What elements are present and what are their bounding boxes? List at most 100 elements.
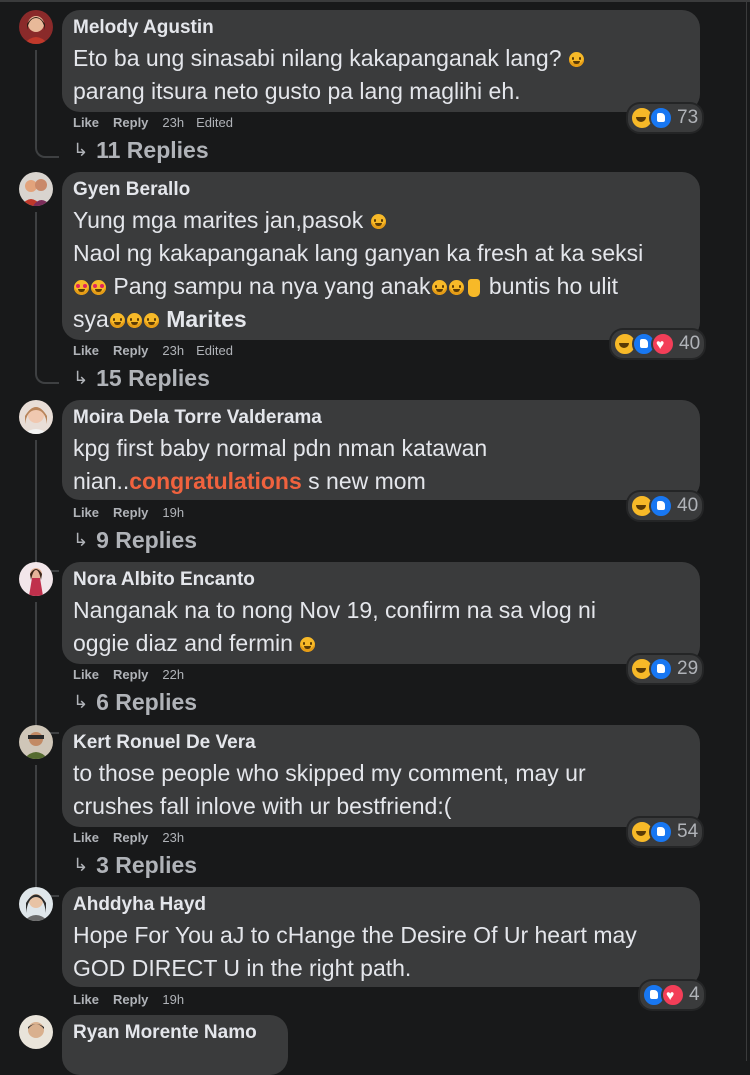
like-reaction-icon [649, 657, 673, 681]
avatar[interactable] [19, 1015, 53, 1049]
like-button[interactable]: Like [73, 830, 99, 845]
comment-text: Hope For You aJ to cHange the Desire Of … [73, 919, 682, 985]
timestamp[interactable]: 19h [162, 505, 184, 520]
avatar[interactable] [19, 562, 53, 596]
rofl-emoji-icon [109, 313, 125, 329]
comment-text-line: s new mom [301, 468, 426, 494]
reply-thread-line [35, 212, 59, 384]
replies-count: 9 Replies [96, 527, 198, 553]
avatar[interactable] [19, 10, 53, 44]
highlighted-word: congratulations [129, 468, 302, 494]
like-button[interactable]: Like [73, 667, 99, 682]
reply-button[interactable]: Reply [113, 505, 148, 520]
comment-text-line: buntis ho ulit [488, 273, 619, 299]
comment-text-line: GOD DIRECT U in the right path. [73, 955, 412, 981]
edited-label: Edited [196, 343, 233, 358]
view-replies-button[interactable]: ↳ 9 Replies [73, 527, 197, 554]
comment-author[interactable]: Moira Dela Torre Valderama [73, 404, 682, 432]
reply-button[interactable]: Reply [113, 992, 148, 1007]
like-reaction-icon [649, 494, 673, 518]
comment-author[interactable]: Gyen Berallo [73, 176, 682, 204]
comment-text-line: nian.. [73, 468, 130, 494]
heart-eyes-emoji-icon [74, 280, 89, 296]
avatar[interactable] [19, 172, 53, 206]
replies-count: 11 Replies [96, 137, 209, 163]
timestamp[interactable]: 23h [162, 830, 184, 845]
like-button[interactable]: Like [73, 505, 99, 520]
comment-actions: Like Reply 19h [73, 992, 196, 1007]
avatar[interactable] [19, 725, 53, 759]
rofl-emoji-icon [126, 313, 142, 329]
reply-button[interactable]: Reply [113, 115, 148, 130]
victory-hand-icon [467, 278, 480, 297]
like-reaction-icon [649, 106, 673, 130]
comment-text-line: Eto ba ung sinasabi nilang kakapanganak … [73, 45, 562, 71]
reply-thread-line [35, 50, 59, 158]
comment-text-bold: Marites [166, 306, 247, 332]
love-reaction-icon [651, 332, 675, 356]
scrollbar-track[interactable] [746, 0, 747, 1061]
timestamp[interactable]: 19h [162, 992, 184, 1007]
reactions-summary[interactable]: 4 [640, 981, 704, 1009]
reactions-summary[interactable]: 73 [628, 104, 703, 132]
rofl-emoji-icon [431, 280, 447, 296]
reactions-summary[interactable]: 29 [628, 655, 703, 683]
view-replies-button[interactable]: ↳ 11 Replies [73, 137, 209, 164]
rofl-emoji-icon [370, 214, 386, 230]
comment-text: Nanganak na to nong Nov 19, confirm na s… [73, 594, 682, 660]
reactions-summary[interactable]: 40 [611, 330, 705, 358]
like-button[interactable]: Like [73, 343, 99, 358]
reply-button[interactable]: Reply [113, 343, 148, 358]
like-button[interactable]: Like [73, 115, 99, 130]
view-replies-button[interactable]: ↳ 6 Replies [73, 689, 197, 716]
edited-label: Edited [196, 115, 233, 130]
comment-actions: Like Reply 19h [73, 505, 196, 520]
comment-bubble: Kert Ronuel De Vera to those people who … [62, 725, 700, 827]
reactions-summary[interactable]: 54 [628, 818, 703, 846]
comment-bubble: Melody Agustin Eto ba ung sinasabi nilan… [62, 10, 700, 112]
comment-author[interactable]: Nora Albito Encanto [73, 566, 682, 594]
comment-bubble: Gyen Berallo Yung mga marites jan,pasok … [62, 172, 700, 340]
view-replies-button[interactable]: ↳ 15 Replies [73, 365, 210, 392]
reaction-count: 4 [689, 984, 700, 1005]
replies-count: 3 Replies [96, 852, 198, 878]
view-replies-button[interactable]: ↳ 3 Replies [73, 852, 197, 879]
comment-text-line: Hope For You aJ to cHange the Desire Of … [73, 922, 637, 948]
smiling-emoji-icon [300, 637, 316, 653]
comment-author[interactable]: Kert Ronuel De Vera [73, 729, 682, 757]
reaction-count: 40 [677, 495, 699, 516]
comment-author[interactable]: Ryan Morente Namo [73, 1019, 270, 1047]
comment-text-line: kpg first baby normal pdn nman katawan [73, 435, 488, 461]
reply-button[interactable]: Reply [113, 667, 148, 682]
comment-bubble: Nora Albito Encanto Nanganak na to nong … [62, 562, 700, 664]
like-button[interactable]: Like [73, 992, 99, 1007]
reply-thread-line [35, 440, 59, 572]
timestamp[interactable]: 23h [162, 115, 184, 130]
timestamp[interactable]: 22h [162, 667, 184, 682]
avatar[interactable] [19, 887, 53, 921]
comment-actions: Like Reply 23h Edited [73, 343, 247, 358]
comment-bubble: Ahddyha Hayd Hope For You aJ to cHange t… [62, 887, 700, 987]
comment-text: Eto ba ung sinasabi nilang kakapanganak … [73, 42, 682, 108]
comment-bubble: Moira Dela Torre Valderama kpg first bab… [62, 400, 700, 500]
comment-text-line: Nanganak na to nong Nov 19, confirm na s… [73, 597, 596, 623]
top-divider [0, 0, 750, 2]
comment-text-line: crushes fall inlove with ur bestfriend:( [73, 793, 452, 819]
replies-count: 6 Replies [96, 689, 198, 715]
laughing-emoji-icon [568, 52, 584, 68]
rofl-emoji-icon [143, 313, 159, 329]
timestamp[interactable]: 23h [162, 343, 184, 358]
avatar[interactable] [19, 400, 53, 434]
reply-arrow-icon: ↳ [73, 855, 89, 875]
comment-author[interactable]: Ahddyha Hayd [73, 891, 682, 919]
comment-text-line: oggie diaz and fermin [73, 630, 293, 656]
reply-arrow-icon: ↳ [73, 140, 89, 160]
like-reaction-icon [649, 820, 673, 844]
comment-author[interactable]: Melody Agustin [73, 14, 682, 42]
reply-arrow-icon: ↳ [73, 368, 89, 388]
comment-actions: Like Reply 23h [73, 830, 196, 845]
reply-button[interactable]: Reply [113, 830, 148, 845]
comment-text-line: Naol ng kakapanganak lang ganyan ka fres… [73, 240, 644, 266]
reactions-summary[interactable]: 40 [628, 492, 703, 520]
reaction-count: 54 [677, 821, 699, 842]
